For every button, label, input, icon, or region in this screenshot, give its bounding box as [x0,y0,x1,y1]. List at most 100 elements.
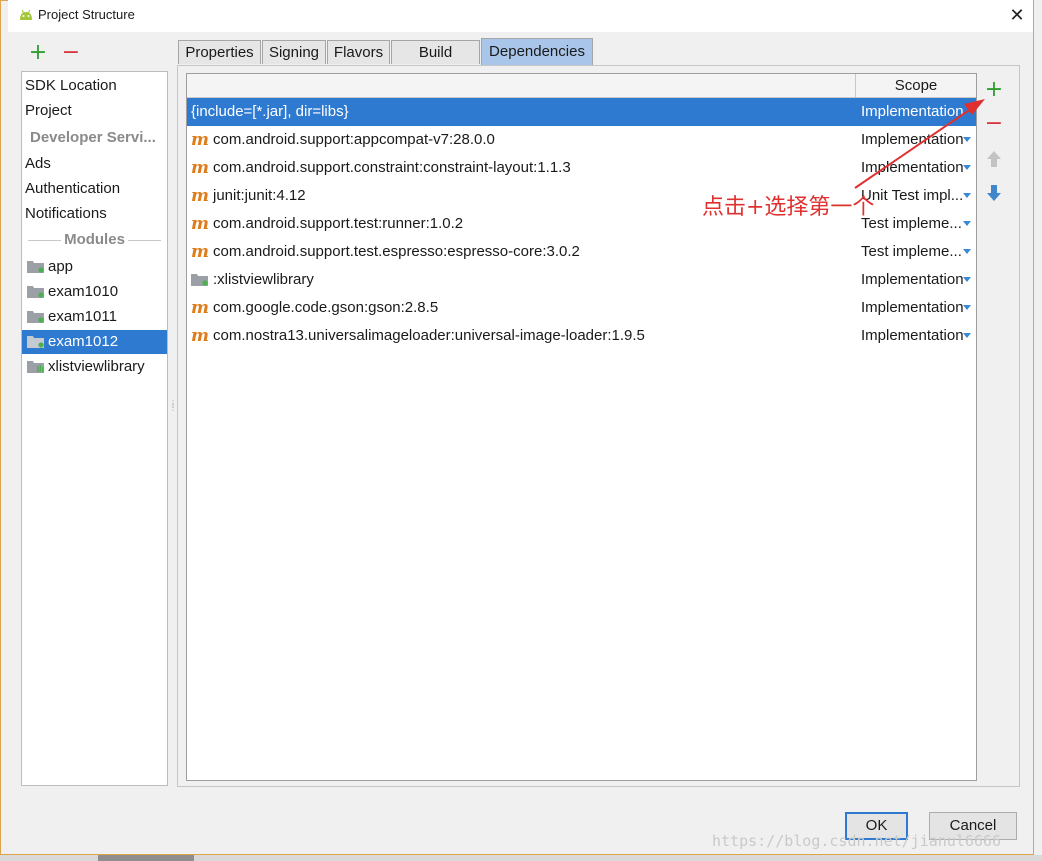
sidebar-module-xlistviewlibrary[interactable]: xlistviewlibrary [22,355,167,379]
sidebar-item-label: Authentication [25,180,121,197]
dependency-scope[interactable]: Test impleme... [861,238,971,266]
sidebar-item-label: SDK Location [25,77,117,94]
maven-icon: m [191,326,209,346]
table-row[interactable]: {include=[*.jar], dir=libs} Implementati… [187,98,976,126]
android-studio-icon [20,9,32,20]
scope-dropdown-icon[interactable] [963,165,971,170]
android-module-icon [27,311,44,323]
table-row[interactable]: m com.android.support:appcompat-v7:28.0.… [187,126,976,154]
module-icon [191,274,208,286]
sidebar-header-label: Developer Servi... [30,129,156,146]
minus-icon: − [61,40,81,65]
dependency-name: com.android.support.test.espresso:espres… [213,243,580,260]
dependency-scope[interactable]: Test impleme... [861,210,971,238]
close-icon: ✕ [1009,5,1025,25]
dependency-scope[interactable]: Implementation [861,98,971,126]
scope-dropdown-icon[interactable] [963,305,971,310]
minus-icon: − [984,111,1004,136]
tab-label: Dependencies [489,43,585,60]
tab-label: Flavors [333,44,384,61]
sidebar-item-sdk-location[interactable]: SDK Location [22,74,167,98]
tab-properties[interactable]: Properties [178,40,261,64]
sidebar-module-app[interactable]: app [22,255,167,279]
maven-icon: m [191,158,209,178]
dependency-name: com.android.support:appcompat-v7:28.0.0 [213,131,495,148]
dependency-scope[interactable]: Implementation [861,154,971,182]
table-row[interactable]: :xlistviewlibrary Implementation [187,266,976,294]
sidebar: SDK Location Project Developer Servi... … [21,71,168,786]
tab-signing[interactable]: Signing [262,40,326,64]
scope-dropdown-icon[interactable] [963,249,971,254]
sidebar-item-authentication[interactable]: Authentication [22,177,167,201]
sidebar-item-label: Ads [25,155,51,172]
module-label: exam1012 [48,333,119,350]
dependency-scope[interactable]: Unit Test impl... [861,182,971,210]
android-module-icon [27,336,44,348]
dependencies-toolbar: + − [980,76,1008,236]
window-title: Project Structure [38,7,135,22]
tab-flavors[interactable]: Flavors [327,40,390,64]
module-label: exam1011 [48,308,117,325]
dependency-name: com.android.support.constraint:constrain… [213,159,571,176]
sidebar-module-exam1011[interactable]: exam1011 [22,305,167,329]
add-dependency-button[interactable]: + [984,79,1004,101]
module-label: exam1010 [48,283,119,300]
modules-header: Modules [22,231,167,248]
sidebar-item-project[interactable]: Project [22,99,167,123]
table-row[interactable]: m com.google.code.gson:gson:2.8.5 Implem… [187,294,976,322]
taskbar-item [98,855,194,861]
table-row[interactable]: m com.android.support.test.espresso:espr… [187,238,976,266]
sidebar-module-exam1012[interactable]: exam1012 [22,330,167,354]
module-label: xlistviewlibrary [48,358,145,375]
library-module-icon [27,361,44,373]
arrow-down-icon[interactable] [986,184,1002,202]
dependency-scope[interactable]: Implementation [861,322,971,350]
tab-build-types[interactable]: Build Types [391,40,480,85]
scope-dropdown-icon[interactable] [963,333,971,338]
scope-dropdown-icon[interactable] [963,277,971,282]
sidebar-item-label: Notifications [25,205,107,222]
add-module-button[interactable]: + [28,40,48,65]
maven-icon: m [191,242,209,262]
tab-label: Signing [268,44,320,61]
splitter-handle[interactable]: ⋮ ⋮ [169,400,177,418]
android-module-icon [27,286,44,298]
tab-label: Properties [185,44,254,61]
dependency-name: com.google.code.gson:gson:2.8.5 [213,299,439,316]
module-label: app [48,258,74,275]
annotation-text: 点击+选择第一个 [702,195,875,220]
scope-column-header[interactable]: Scope [857,77,975,94]
table-row[interactable]: m com.nostra13.universalimageloader:univ… [187,322,976,350]
dependency-name: junit:junit:4.12 [213,187,306,204]
close-button[interactable]: ✕ [1007,4,1027,26]
tab-dependencies[interactable]: Dependencies [481,38,593,65]
dependency-scope[interactable]: Implementation [861,266,971,294]
table-header: Scope [187,74,976,98]
dependency-scope[interactable]: Implementation [861,126,971,154]
dependency-name: com.android.support.test:runner:1.0.2 [213,215,464,232]
dependencies-table: Scope {include=[*.jar], dir=libs} Implem… [186,73,977,781]
maven-icon: m [191,130,209,150]
maven-icon: m [191,214,209,234]
dependency-scope[interactable]: Implementation [861,294,971,322]
watermark: https://blog.csdn.net/jianul6666 [712,832,1001,850]
remove-dependency-button[interactable]: − [984,111,1004,136]
scope-dropdown-icon[interactable] [963,193,971,198]
sidebar-item-ads[interactable]: Ads [22,152,167,176]
sidebar-module-exam1010[interactable]: exam1010 [22,280,167,304]
scope-dropdown-icon[interactable] [963,137,971,142]
dependency-name: {include=[*.jar], dir=libs} [191,103,349,120]
sidebar-item-notifications[interactable]: Notifications [22,202,167,226]
column-resize-handle[interactable] [855,74,856,97]
taskbar-strip [0,855,1042,861]
maven-icon: m [191,186,209,206]
sidebar-header-developer-services: Developer Servi... [22,126,167,150]
table-row[interactable]: m com.android.support.constraint:constra… [187,154,976,182]
remove-module-button[interactable]: − [61,40,81,65]
android-module-icon [27,261,44,273]
title-bar: Project Structure ✕ [8,0,1033,32]
arrow-up-icon[interactable] [986,150,1002,168]
plus-icon: + [28,40,48,65]
scope-dropdown-icon[interactable] [963,221,971,226]
dependency-name: :xlistviewlibrary [213,271,314,288]
